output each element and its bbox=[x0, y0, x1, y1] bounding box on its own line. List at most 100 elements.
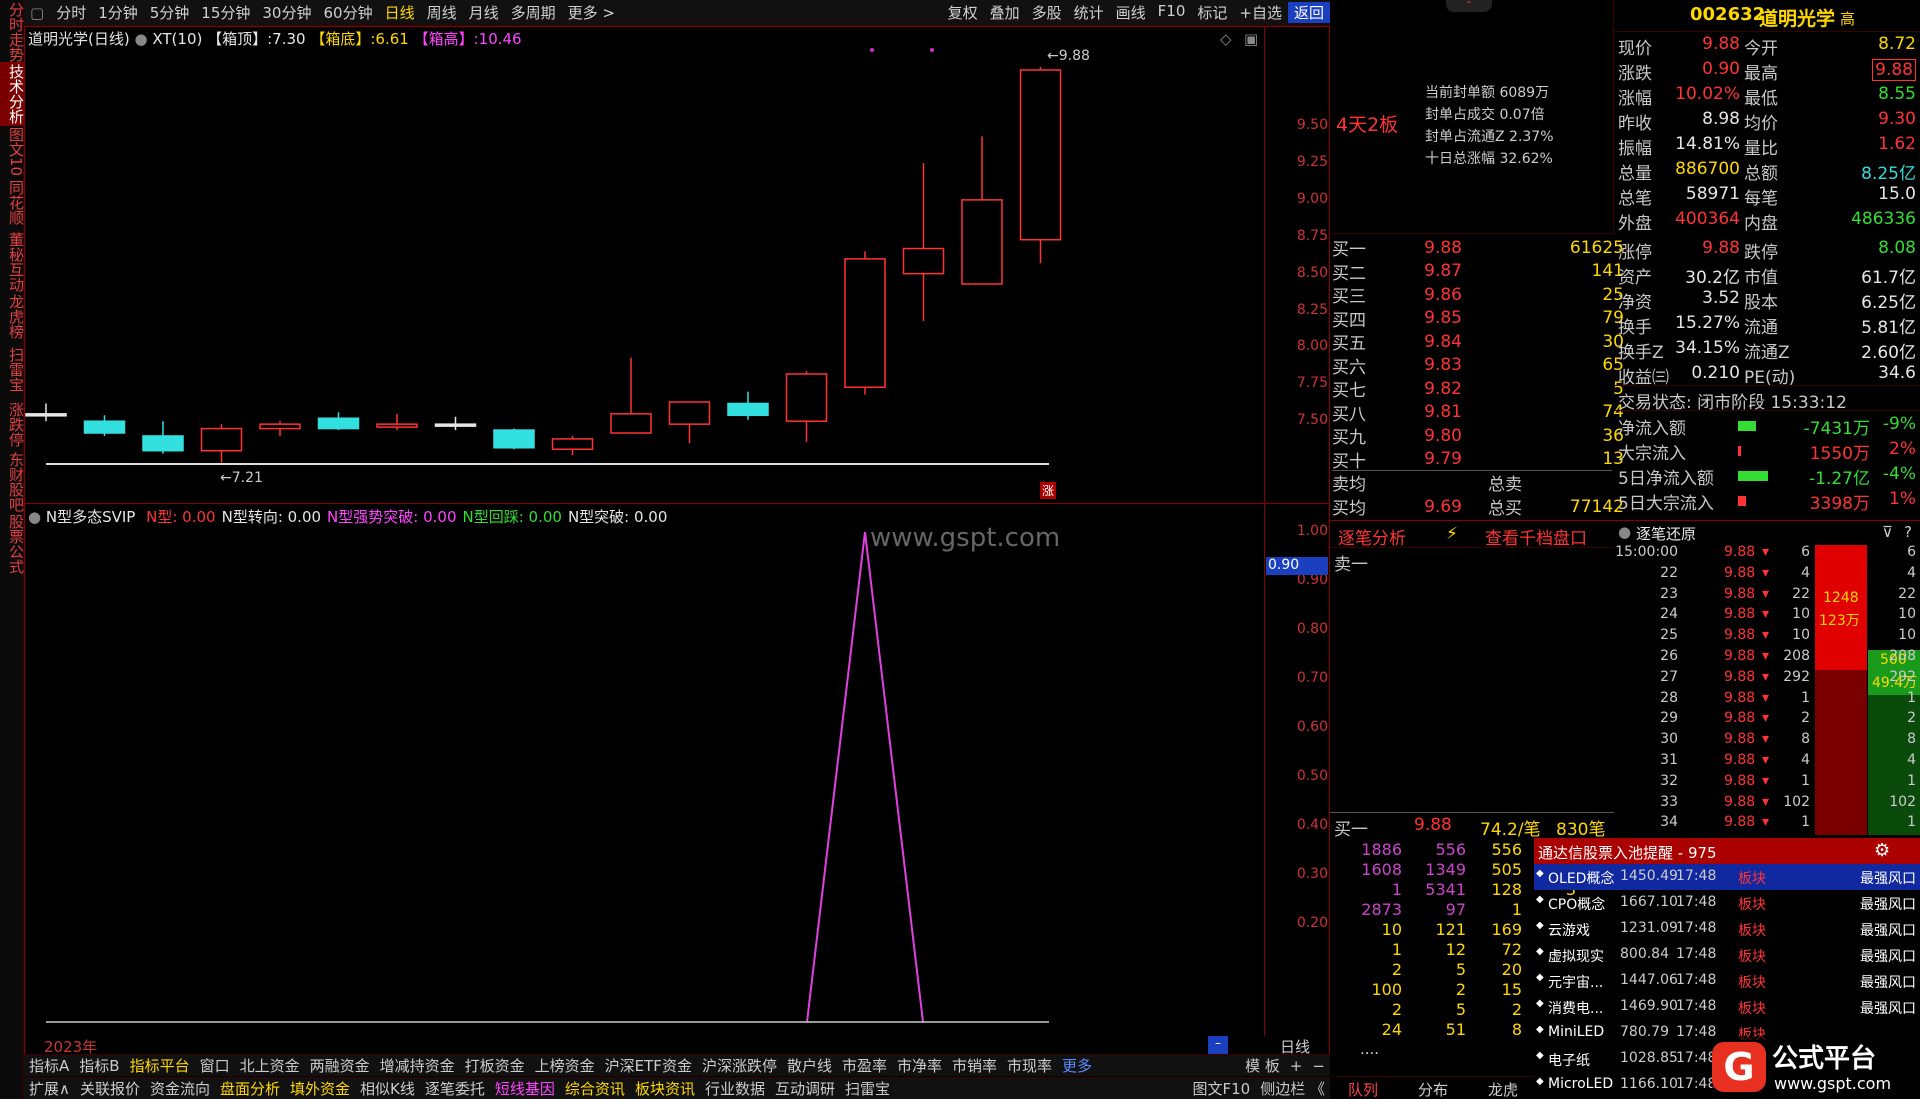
period-tab[interactable]: 日线 bbox=[379, 2, 421, 23]
toolbar-action[interactable]: 画线 bbox=[1110, 2, 1152, 23]
toolbar-action[interactable]: 复权 bbox=[942, 2, 984, 23]
extension-tab[interactable]: 相似K线 bbox=[355, 1078, 420, 1099]
extension-tab[interactable]: 扩展∧ bbox=[24, 1078, 75, 1099]
scroll-indicator[interactable]: – bbox=[1208, 1036, 1228, 1054]
bid-row[interactable]: 买二 9.87 141 bbox=[1332, 259, 1624, 284]
bid-row[interactable]: 买四 9.85 79 bbox=[1332, 306, 1624, 331]
bid-row[interactable]: 买七 9.82 5 bbox=[1332, 376, 1624, 402]
collapse-icon[interactable]: ⌃ bbox=[1446, 0, 1492, 12]
queue-tab[interactable]: 龙虎 bbox=[1488, 1079, 1518, 1099]
template-control[interactable]: − bbox=[1307, 1057, 1330, 1075]
toolbar-action[interactable]: +自选 bbox=[1233, 2, 1288, 23]
settings-icon[interactable]: ⚙ bbox=[1874, 840, 1890, 861]
period-tab[interactable]: 30分钟 bbox=[256, 2, 317, 23]
sidebar-tab[interactable]: 龙虎榜 bbox=[0, 292, 25, 341]
sidebar-tab[interactable]: 董秘互动 bbox=[0, 230, 25, 294]
extension-tab[interactable]: 短线基因 bbox=[490, 1078, 560, 1099]
indicator-tab[interactable]: 市销率 bbox=[947, 1055, 1002, 1076]
help-icon[interactable]: ? bbox=[1904, 523, 1912, 541]
tab-thousand-levels[interactable]: 查看千档盘口 bbox=[1485, 524, 1587, 549]
indicator-tab[interactable]: 打板资金 bbox=[460, 1055, 530, 1076]
bid-row[interactable]: 买三 9.86 25 bbox=[1332, 282, 1624, 308]
bid-row[interactable]: 买五 9.84 30 bbox=[1332, 329, 1624, 355]
indicator-tab[interactable]: 沪深ETF资金 bbox=[600, 1055, 697, 1076]
extension-tab[interactable]: 填外资金 bbox=[285, 1078, 355, 1099]
notif-row[interactable]: ◆ 元宇宙... 1447.06 17:48 板块 最强风口 bbox=[1534, 968, 1920, 994]
side-control[interactable]: 侧边栏 《 bbox=[1255, 1078, 1330, 1099]
template-control[interactable]: 模 板 bbox=[1240, 1055, 1285, 1076]
indicator-tab[interactable]: 市现率 bbox=[1002, 1055, 1057, 1076]
sidebar-tab[interactable]: 股票公式 bbox=[0, 512, 25, 576]
indicator-tab[interactable]: 北上资金 bbox=[235, 1055, 305, 1076]
toggle-icon[interactable]: ● bbox=[1618, 523, 1631, 541]
extension-tab[interactable]: 扫雷宝 bbox=[840, 1078, 895, 1099]
period-tab[interactable]: 60分钟 bbox=[317, 2, 378, 23]
sidebar-tab[interactable]: 技术分析 bbox=[0, 62, 25, 126]
period-tab[interactable]: 更多 > bbox=[562, 2, 621, 23]
notif-row[interactable]: ◆ CPO概念 1667.10 17:48 板块 最强风口 bbox=[1534, 890, 1920, 916]
tab-tick-analysis[interactable]: 逐笔分析 bbox=[1338, 524, 1406, 549]
indicator-tab[interactable]: 更多 bbox=[1057, 1055, 1097, 1076]
bid-row[interactable]: 买十 9.79 13 bbox=[1332, 447, 1624, 472]
toolbar-action[interactable]: 多股 bbox=[1026, 2, 1068, 23]
side-control[interactable]: 图文F10 bbox=[1188, 1078, 1256, 1099]
sidebar-tab[interactable]: 分时走势 bbox=[0, 0, 25, 64]
bid-row[interactable]: 买六 9.83 65 bbox=[1332, 353, 1624, 378]
indicator-tab[interactable]: 指标B bbox=[74, 1055, 124, 1076]
template-control[interactable]: + bbox=[1285, 1057, 1308, 1075]
toolbar-action[interactable]: F10 bbox=[1152, 2, 1192, 23]
indicator-tab[interactable]: 沪深涨跌停 bbox=[697, 1055, 782, 1076]
sidebar-tab[interactable]: 扫雷宝 bbox=[0, 345, 25, 394]
period-tab[interactable]: 15分钟 bbox=[195, 2, 256, 23]
period-tab[interactable]: 1分钟 bbox=[92, 2, 144, 23]
candle-body bbox=[902, 247, 945, 275]
bid-row[interactable]: 买八 9.81 74 bbox=[1332, 400, 1624, 425]
kline-chart[interactable] bbox=[24, 26, 1264, 503]
toolbar-action[interactable]: 返回 bbox=[1287, 2, 1330, 23]
period-tab[interactable]: 周线 bbox=[421, 2, 463, 23]
toolbar-action[interactable]: 标记 bbox=[1191, 2, 1233, 23]
extension-tab[interactable]: 板块资讯 bbox=[630, 1078, 700, 1099]
notif-row[interactable]: ◆ 虚拟现实 800.84 17:48 板块 最强风口 bbox=[1534, 942, 1920, 968]
extension-tab[interactable]: 盘面分析 bbox=[215, 1078, 285, 1099]
bid-row[interactable]: 买九 9.80 36 bbox=[1332, 423, 1624, 449]
indicator-tab[interactable]: 市盈率 bbox=[837, 1055, 892, 1076]
indicator-tab[interactable]: 增减持资金 bbox=[375, 1055, 460, 1076]
sidebar-tab[interactable]: 图文10 bbox=[0, 125, 25, 178]
indicator-tab[interactable]: 上榜资金 bbox=[530, 1055, 600, 1076]
queue-tab[interactable]: 队列 bbox=[1348, 1079, 1378, 1099]
indicator-tab[interactable]: 指标A bbox=[24, 1055, 74, 1076]
sidebar-tab[interactable]: 东财股吧 bbox=[0, 450, 25, 514]
notif-row[interactable]: ◆ OLED概念 1450.49 17:48 板块 最强风口 bbox=[1534, 864, 1920, 890]
indicator-tab[interactable]: 窗口 bbox=[195, 1055, 235, 1076]
sidebar-tab[interactable]: 涨跌停 bbox=[0, 400, 25, 449]
indicator-chart[interactable] bbox=[24, 504, 1264, 1024]
indicator-tab[interactable]: 两融资金 bbox=[305, 1055, 375, 1076]
indicator-tab[interactable]: 指标平台 bbox=[125, 1055, 195, 1076]
period-tab[interactable]: 5分钟 bbox=[144, 2, 196, 23]
extension-tab[interactable]: 行业数据 bbox=[700, 1078, 770, 1099]
notif-row[interactable]: ◆ 云游戏 1231.09 17:48 板块 最强风口 bbox=[1534, 916, 1920, 942]
flow-bar bbox=[1738, 496, 1746, 506]
period-tab[interactable]: 分时 bbox=[50, 2, 92, 23]
queue-tab[interactable]: 分布 bbox=[1418, 1079, 1448, 1099]
period-tab[interactable]: 月线 bbox=[463, 2, 505, 23]
window-icon[interactable]: ▢ bbox=[24, 4, 50, 22]
extension-tab[interactable]: 资金流向 bbox=[145, 1078, 215, 1099]
toolbar-action[interactable]: 叠加 bbox=[984, 2, 1026, 23]
toolbar-action[interactable]: 统计 bbox=[1068, 2, 1110, 23]
extension-tab[interactable]: 互动调研 bbox=[770, 1078, 840, 1099]
extension-tab[interactable]: 逐笔委托 bbox=[420, 1078, 490, 1099]
bid-row[interactable]: 买一 9.88 61625 bbox=[1332, 235, 1624, 261]
extension-tab[interactable]: 关联报价 bbox=[75, 1078, 145, 1099]
notif-row[interactable]: ◆ 消费电... 1469.90 17:48 板块 最强风口 bbox=[1534, 994, 1920, 1020]
period-tab[interactable]: 多周期 bbox=[505, 2, 562, 23]
indicator-tab[interactable]: 市净率 bbox=[892, 1055, 947, 1076]
sidebar-tab[interactable]: 同花顺 bbox=[0, 178, 25, 227]
filter-icon[interactable]: ⊽ bbox=[1882, 523, 1893, 541]
low-price-marker: ←7.21 bbox=[220, 470, 263, 486]
queue-cell: 12 bbox=[1445, 940, 1466, 959]
extension-tab[interactable]: 综合资讯 bbox=[560, 1078, 630, 1099]
diamond-bullet-icon: ◆ bbox=[1536, 1076, 1544, 1087]
indicator-tab[interactable]: 散户线 bbox=[782, 1055, 837, 1076]
